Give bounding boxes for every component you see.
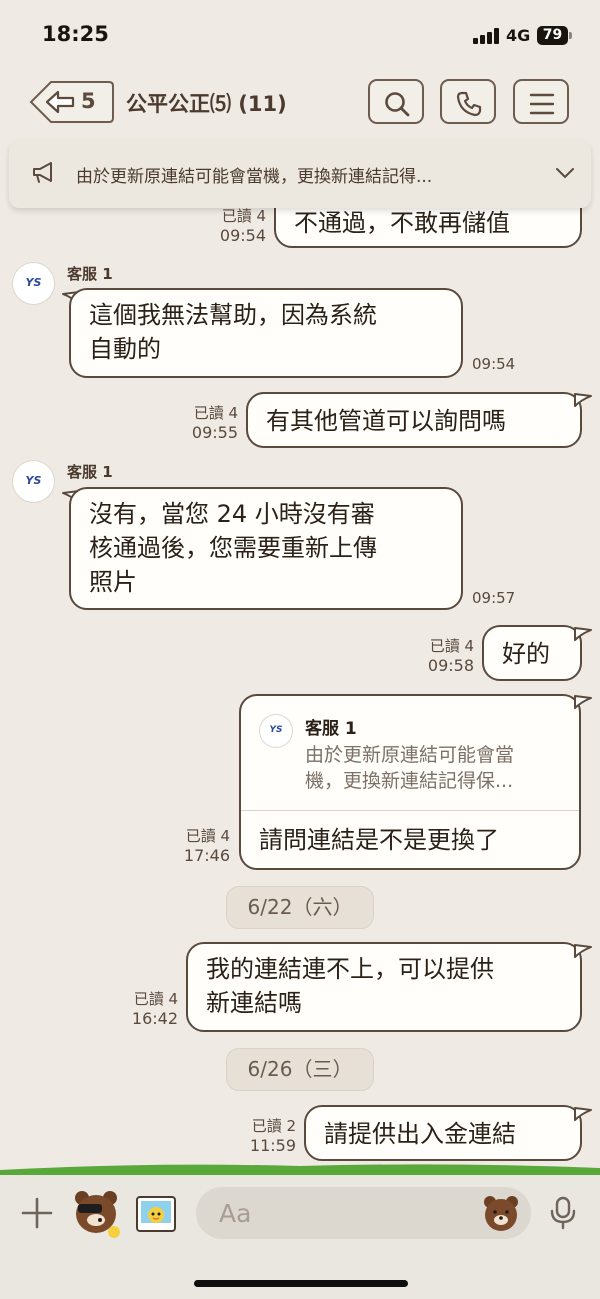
message-time: 16:42	[131, 1009, 178, 1028]
reply-message[interactable]: YS 客服 1 由於更新原連結可能會當 機，更換新連結記得保... 請問連結是不…	[239, 694, 581, 870]
announcement-text: 由於更新原連結可能會當機，更換新連結記得...	[76, 167, 433, 187]
read-receipt: 已讀 4	[193, 404, 238, 422]
message-line: 新連結嗎	[206, 989, 302, 1017]
back-unread-count: 5	[81, 89, 96, 113]
chat-title: 公平公正⑸ (11)	[126, 92, 287, 116]
message-meta: 已讀 4 09:54	[198, 206, 266, 246]
sender-name: 客服 1	[67, 463, 113, 481]
megaphone-icon	[33, 162, 52, 183]
message-line: 我的連結連不上，可以提供	[206, 955, 494, 983]
photo-icon[interactable]	[134, 1192, 178, 1236]
search-icon	[385, 92, 410, 117]
signal-icon	[473, 28, 501, 44]
read-receipt: 已讀 4	[429, 637, 474, 655]
emoji-bear-icon[interactable]	[482, 1194, 520, 1232]
read-receipt: 已讀 2	[251, 1117, 296, 1135]
message-time: 17:46	[183, 846, 230, 865]
message-meta: 已讀 4 09:58	[406, 636, 474, 676]
message-text: 好的	[502, 640, 550, 668]
network-label: 4G	[506, 26, 531, 45]
back-arrow-icon	[29, 81, 114, 123]
bubble-tail	[574, 1107, 592, 1121]
message-meta: 已讀 4 09:55	[170, 403, 238, 443]
incoming-message[interactable]: 沒有，當您 24 小時沒有審 核通過後，您需要重新上傳 照片	[69, 487, 463, 610]
message-time: 09:57	[472, 589, 516, 607]
bear-sticker-icon[interactable]	[70, 1186, 122, 1238]
message-line: 照片	[89, 568, 137, 596]
incoming-message[interactable]: 這個我無法幫助，因為系統 自動的	[69, 288, 463, 378]
bubble-tail	[574, 695, 592, 709]
avatar[interactable]: YS	[12, 262, 55, 305]
date-separator: 6/26（三）	[226, 1048, 374, 1091]
search-button[interactable]	[368, 79, 424, 124]
input-placeholder: Aa	[219, 1199, 252, 1228]
chevron-down-icon[interactable]	[555, 167, 575, 179]
message-text: 不通過，不敢再儲值	[294, 209, 510, 237]
message-time: 11:59	[249, 1136, 296, 1155]
message-meta: 已讀 4 16:42	[110, 989, 178, 1029]
home-indicator[interactable]	[194, 1280, 408, 1287]
outgoing-message[interactable]: 好的	[482, 625, 582, 681]
read-receipt: 已讀 4	[133, 990, 178, 1008]
sender-name: 客服 1	[67, 265, 113, 283]
message-text: 請問連結是不是更換了	[259, 826, 499, 854]
message-text: 請提供出入金連結	[324, 1120, 516, 1148]
message-time: 09:54	[219, 226, 266, 245]
message-time: 09:55	[191, 423, 238, 442]
message-time: 09:54	[472, 355, 516, 373]
message-line: 沒有，當您 24 小時沒有審	[89, 500, 375, 528]
menu-button[interactable]	[513, 79, 569, 124]
outgoing-message[interactable]: 我的連結連不上，可以提供 新連結嗎	[186, 942, 582, 1032]
message-line: 核通過後，您需要重新上傳	[89, 534, 377, 562]
microphone-icon[interactable]	[549, 1196, 577, 1230]
date-separator: 6/22（六）	[226, 886, 374, 929]
outgoing-message[interactable]: 有其他管道可以詢問嗎	[246, 392, 582, 448]
plus-icon[interactable]	[20, 1196, 54, 1230]
message-line: 這個我無法幫助，因為系統	[89, 301, 377, 329]
bubble-tail	[574, 393, 592, 407]
phone-icon	[456, 91, 482, 117]
bubble-tail	[574, 944, 592, 958]
message-time: 09:58	[427, 656, 474, 675]
status-time: 18:25	[42, 22, 109, 46]
menu-icon	[529, 93, 555, 115]
back-button[interactable]: 5	[29, 80, 114, 124]
message-text: 有其他管道可以詢問嗎	[266, 407, 506, 435]
outgoing-message[interactable]: 請提供出入金連結	[304, 1105, 582, 1161]
divider	[241, 810, 579, 811]
announcement-banner[interactable]: 由於更新原連結可能會當機，更換新連結記得...	[9, 140, 591, 208]
call-button[interactable]	[440, 79, 496, 124]
message-meta: 已讀 2 11:59	[228, 1116, 296, 1156]
avatar: YS	[259, 714, 293, 748]
avatar[interactable]: YS	[12, 460, 55, 503]
read-receipt: 已讀 4	[221, 207, 266, 225]
quoted-sender: 客服 1	[305, 719, 357, 739]
battery-icon: 79	[537, 26, 568, 45]
quoted-text[interactable]: 由於更新原連結可能會當 機，更換新連結記得保...	[305, 742, 514, 794]
message-line: 自動的	[89, 335, 161, 363]
bubble-tail	[574, 627, 592, 641]
read-receipt: 已讀 4	[185, 827, 230, 845]
battery-tip	[569, 32, 572, 39]
message-meta: 已讀 4 17:46	[162, 826, 230, 866]
